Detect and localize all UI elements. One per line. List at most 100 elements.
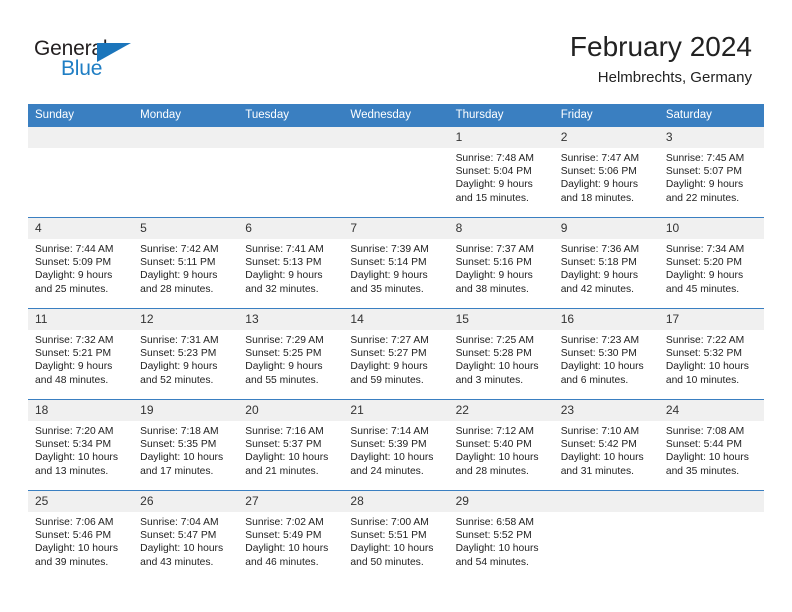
daylight-text-line2: and 38 minutes.	[455, 283, 529, 295]
day-details: Sunrise: 7:23 AM Sunset: 5:30 PM Dayligh…	[554, 330, 659, 387]
sunset-text: Sunset: 5:18 PM	[560, 257, 637, 269]
day-number: 29	[448, 491, 554, 512]
sunset-text: Sunset: 5:51 PM	[350, 530, 427, 542]
calendar-day-cell[interactable]: 8 Sunrise: 7:37 AM Sunset: 5:16 PM Dayli…	[448, 217, 554, 309]
daylight-text-line1: Daylight: 9 hours	[35, 270, 113, 282]
calendar-day-cell[interactable]: 18 Sunrise: 7:20 AM Sunset: 5:34 PM Dayl…	[28, 399, 134, 491]
location-subtitle: Helmbrechts, Germany	[597, 69, 752, 86]
day-number: 6	[238, 218, 344, 239]
calendar-day-cell[interactable]: 9 Sunrise: 7:36 AM Sunset: 5:18 PM Dayli…	[553, 217, 659, 309]
daylight-text-line2: and 15 minutes.	[455, 192, 529, 204]
sunset-text: Sunset: 5:14 PM	[350, 257, 427, 269]
calendar-day-cell[interactable]	[133, 127, 239, 218]
daylight-text-line2: and 52 minutes.	[140, 374, 214, 386]
daylight-text-line1: Daylight: 9 hours	[560, 179, 638, 191]
calendar-day-cell[interactable]: 29 Sunrise: 6:58 AM Sunset: 5:52 PM Dayl…	[448, 490, 554, 581]
calendar-day-cell[interactable]: 24 Sunrise: 7:08 AM Sunset: 5:44 PM Dayl…	[658, 399, 764, 491]
calendar-day-cell[interactable]: 19 Sunrise: 7:18 AM Sunset: 5:35 PM Dayl…	[133, 399, 239, 491]
calendar-day-cell[interactable]: 13 Sunrise: 7:29 AM Sunset: 5:25 PM Dayl…	[238, 308, 344, 400]
day-number: 8	[448, 218, 554, 239]
sunset-text: Sunset: 5:32 PM	[665, 348, 742, 360]
sunset-text: Sunset: 5:11 PM	[140, 257, 216, 269]
sunset-text: Sunset: 5:20 PM	[665, 257, 742, 269]
daylight-text-line1: Daylight: 9 hours	[455, 270, 533, 282]
day-number: 28	[343, 491, 449, 512]
daylight-text-line1: Daylight: 9 hours	[665, 179, 744, 191]
calendar-day-cell[interactable]: 16 Sunrise: 7:23 AM Sunset: 5:30 PM Dayl…	[553, 308, 659, 400]
calendar-day-cell[interactable]: 7 Sunrise: 7:39 AM Sunset: 5:14 PM Dayli…	[343, 217, 449, 309]
day-details: Sunrise: 7:18 AM Sunset: 5:35 PM Dayligh…	[133, 421, 238, 478]
daylight-text-line2: and 32 minutes.	[245, 283, 319, 295]
day-details: Sunrise: 7:08 AM Sunset: 5:44 PM Dayligh…	[659, 421, 764, 478]
day-details: Sunrise: 7:42 AM Sunset: 5:11 PM Dayligh…	[133, 239, 238, 296]
title-block: February 2024 Helmbrechts, Germany	[570, 30, 752, 88]
calendar-day-cell[interactable]: 11 Sunrise: 7:32 AM Sunset: 5:21 PM Dayl…	[28, 308, 134, 400]
daylight-text-line1: Daylight: 10 hours	[560, 361, 644, 373]
calendar-day-cell[interactable]: 14 Sunrise: 7:27 AM Sunset: 5:27 PM Dayl…	[343, 308, 449, 400]
sunset-text: Sunset: 5:52 PM	[455, 530, 532, 542]
calendar-day-cell[interactable]: 6 Sunrise: 7:41 AM Sunset: 5:13 PM Dayli…	[238, 217, 344, 309]
calendar-day-cell[interactable]: 17 Sunrise: 7:22 AM Sunset: 5:32 PM Dayl…	[658, 308, 764, 400]
calendar-day-cell[interactable]: 12 Sunrise: 7:31 AM Sunset: 5:23 PM Dayl…	[133, 308, 239, 400]
calendar-day-cell[interactable]: 22 Sunrise: 7:12 AM Sunset: 5:40 PM Dayl…	[448, 399, 554, 491]
calendar-day-cell[interactable]: 4 Sunrise: 7:44 AM Sunset: 5:09 PM Dayli…	[28, 217, 134, 309]
calendar-day-cell[interactable]: 20 Sunrise: 7:16 AM Sunset: 5:37 PM Dayl…	[238, 399, 344, 491]
calendar-day-cell[interactable]	[28, 127, 134, 218]
sunrise-text: Sunrise: 6:58 AM	[455, 517, 534, 528]
calendar-day-cell[interactable]: 25 Sunrise: 7:06 AM Sunset: 5:46 PM Dayl…	[28, 490, 134, 581]
daylight-text-line2: and 35 minutes.	[665, 465, 740, 477]
calendar-day-cell[interactable]	[238, 127, 344, 218]
calendar-day-cell[interactable]: 5 Sunrise: 7:42 AM Sunset: 5:11 PM Dayli…	[133, 217, 239, 309]
calendar-day-cell[interactable]	[553, 490, 659, 581]
sunrise-text: Sunrise: 7:48 AM	[455, 153, 534, 164]
day-number: 7	[343, 218, 449, 239]
day-number: 13	[238, 309, 344, 330]
calendar-day-cell[interactable]: 21 Sunrise: 7:14 AM Sunset: 5:39 PM Dayl…	[343, 399, 449, 491]
sunset-text: Sunset: 5:16 PM	[455, 257, 532, 269]
day-number: 26	[133, 491, 239, 512]
daylight-text-line2: and 10 minutes.	[665, 374, 740, 386]
calendar-day-cell[interactable]: 1 Sunrise: 7:48 AM Sunset: 5:04 PM Dayli…	[448, 127, 554, 218]
daylight-text-line1: Daylight: 9 hours	[665, 270, 744, 282]
day-details: Sunrise: 7:00 AM Sunset: 5:51 PM Dayligh…	[343, 512, 448, 569]
day-details: Sunrise: 7:22 AM Sunset: 5:32 PM Dayligh…	[659, 330, 764, 387]
weekday-header-wednesday: Wednesday	[343, 104, 449, 127]
sunrise-text: Sunrise: 7:10 AM	[560, 426, 640, 437]
daylight-text-line2: and 48 minutes.	[35, 374, 109, 386]
day-number: 5	[133, 218, 239, 239]
calendar-day-cell[interactable]: 23 Sunrise: 7:10 AM Sunset: 5:42 PM Dayl…	[553, 399, 659, 491]
day-number: 4	[28, 218, 134, 239]
calendar-day-cell[interactable]: 28 Sunrise: 7:00 AM Sunset: 5:51 PM Dayl…	[343, 490, 449, 581]
sunrise-text: Sunrise: 7:25 AM	[455, 335, 534, 346]
calendar-day-cell[interactable]: 10 Sunrise: 7:34 AM Sunset: 5:20 PM Dayl…	[658, 217, 764, 309]
brand-logo[interactable]: General Blue	[34, 38, 144, 84]
day-number: 14	[343, 309, 449, 330]
daylight-text-line1: Daylight: 10 hours	[455, 361, 539, 373]
day-details: Sunrise: 7:14 AM Sunset: 5:39 PM Dayligh…	[343, 421, 448, 478]
daylight-text-line2: and 54 minutes.	[455, 556, 529, 568]
sunrise-text: Sunrise: 7:16 AM	[245, 426, 324, 437]
sunset-text: Sunset: 5:13 PM	[245, 257, 322, 269]
sunset-text: Sunset: 5:25 PM	[245, 348, 322, 360]
day-details: Sunrise: 7:12 AM Sunset: 5:40 PM Dayligh…	[449, 421, 554, 478]
calendar-day-cell[interactable]: 2 Sunrise: 7:47 AM Sunset: 5:06 PM Dayli…	[553, 127, 659, 218]
daylight-text-line2: and 28 minutes.	[140, 283, 214, 295]
day-details: Sunrise: 7:34 AM Sunset: 5:20 PM Dayligh…	[659, 239, 764, 296]
calendar-day-cell[interactable]: 3 Sunrise: 7:45 AM Sunset: 5:07 PM Dayli…	[658, 127, 764, 218]
daylight-text-line2: and 35 minutes.	[350, 283, 424, 295]
daylight-text-line1: Daylight: 9 hours	[350, 270, 428, 282]
calendar-day-cell[interactable]	[343, 127, 449, 218]
weekday-header-friday: Friday	[553, 104, 659, 127]
calendar-day-cell[interactable]: 15 Sunrise: 7:25 AM Sunset: 5:28 PM Dayl…	[448, 308, 554, 400]
sunset-text: Sunset: 5:07 PM	[665, 166, 742, 178]
sunrise-text: Sunrise: 7:22 AM	[665, 335, 745, 346]
calendar-week-row: 11 Sunrise: 7:32 AM Sunset: 5:21 PM Dayl…	[28, 308, 764, 400]
day-number: 3	[658, 127, 764, 148]
sunrise-text: Sunrise: 7:34 AM	[665, 244, 745, 255]
calendar-day-cell[interactable]: 27 Sunrise: 7:02 AM Sunset: 5:49 PM Dayl…	[238, 490, 344, 581]
calendar-day-cell[interactable]	[658, 490, 764, 581]
daylight-text-line1: Daylight: 10 hours	[140, 452, 224, 464]
sunrise-text: Sunrise: 7:27 AM	[350, 335, 429, 346]
calendar-day-cell[interactable]: 26 Sunrise: 7:04 AM Sunset: 5:47 PM Dayl…	[133, 490, 239, 581]
daylight-text-line1: Daylight: 10 hours	[665, 452, 749, 464]
